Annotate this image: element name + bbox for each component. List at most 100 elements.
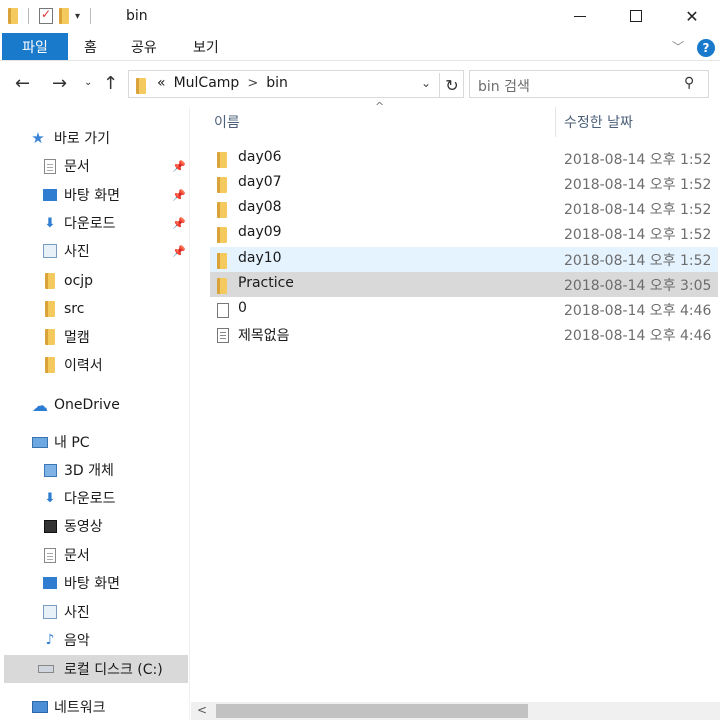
horizontal-scrollbar[interactable]: < (191, 702, 720, 720)
nav-label: 음악 (64, 633, 90, 649)
search-input[interactable]: bin 검색 (478, 76, 530, 96)
search-icon[interactable]: ⚲ (684, 75, 694, 91)
file-name: day07 (238, 174, 282, 190)
column-divider[interactable] (555, 107, 556, 137)
pin-icon[interactable]: 📌 (172, 189, 186, 202)
file-date: 2018-08-14 오후 1:52 (564, 227, 712, 243)
quick-access-toolbar: ▾ (8, 6, 95, 26)
breadcrumb-overflow[interactable]: « (157, 75, 166, 91)
nav-item-pc-documents[interactable]: 문서 (4, 541, 188, 569)
new-folder-icon[interactable] (59, 8, 69, 24)
nav-item-documents[interactable]: 문서 📌 (4, 152, 188, 180)
pin-icon[interactable]: 📌 (172, 160, 186, 173)
ribbon-tabs: 파일 홈 공유 보기 ﹀ (0, 32, 720, 61)
nav-label: 바로 가기 (54, 131, 110, 147)
file-date: 2018-08-14 오후 1:52 (564, 177, 712, 193)
nav-label: 3D 개체 (64, 463, 114, 479)
tab-view[interactable]: 보기 (193, 37, 219, 57)
nav-item-videos[interactable]: 동영상 (4, 512, 188, 540)
address-bar[interactable]: « MulCamp > bin ⌄ ↻ (128, 70, 464, 98)
nav-item-pc-pictures[interactable]: 사진 (4, 598, 188, 626)
scrollbar-thumb[interactable] (216, 704, 528, 718)
nav-item-music[interactable]: ♪ 음악 (4, 626, 188, 654)
scroll-left-icon[interactable]: < (197, 703, 207, 717)
refresh-button[interactable]: ↻ (439, 73, 464, 97)
documents-icon (42, 158, 58, 174)
address-dropdown-icon[interactable]: ⌄ (421, 76, 431, 90)
file-name: 제목없음 (238, 328, 290, 344)
nav-quick-access[interactable]: ★ 바로 가기 (4, 124, 188, 152)
back-button[interactable]: ← (15, 73, 30, 94)
cloud-icon: ☁ (32, 395, 48, 415)
nav-label: 로컬 디스크 (C:) (64, 662, 163, 678)
navigation-pane: ★ 바로 가기 문서 📌 바탕 화면 📌 ⬇ 다운로드 📌 사진 📌 ocjp … (0, 107, 190, 720)
documents-icon (42, 547, 58, 563)
nav-label: src (64, 301, 85, 317)
tab-home[interactable]: 홈 (84, 37, 97, 57)
file-list: ^ 이름 수정한 날짜 day06 2018-08-14 오후 1:52 day… (191, 100, 720, 720)
folder-icon (217, 253, 227, 269)
breadcrumb-item[interactable]: bin (266, 75, 288, 91)
minimize-button[interactable] (552, 0, 608, 32)
nav-this-pc[interactable]: 내 PC (4, 428, 188, 456)
maximize-icon (630, 10, 642, 22)
nav-item-downloads[interactable]: ⬇ 다운로드 📌 (4, 209, 188, 237)
up-button[interactable]: ↑ (103, 73, 118, 94)
nav-onedrive[interactable]: ☁ OneDrive (4, 391, 188, 419)
nav-label: 바탕 화면 (64, 188, 120, 204)
column-header-name[interactable]: 이름 (214, 107, 240, 137)
nav-item-local-disk[interactable]: 로컬 디스크 (C:) (4, 655, 188, 683)
close-button[interactable]: ✕ (664, 0, 720, 32)
nav-item-pc-desktop[interactable]: 바탕 화면 (4, 569, 188, 597)
folder-icon (217, 278, 227, 294)
nav-item-desktop[interactable]: 바탕 화면 📌 (4, 181, 188, 209)
pin-icon[interactable]: 📌 (172, 245, 186, 258)
file-row[interactable]: Practice 2018-08-14 오후 3:05 (210, 272, 718, 297)
file-icon (217, 303, 229, 318)
navigation-bar: ← → ⌄ ↑ « MulCamp > bin ⌄ ↻ bin 검색 ⚲ (0, 61, 720, 107)
column-header-date[interactable]: 수정한 날짜 (564, 107, 633, 137)
nav-item-ocjp[interactable]: ocjp (4, 267, 188, 295)
expand-ribbon-chevron-icon[interactable]: ﹀ (672, 38, 684, 55)
help-icon[interactable]: ? (697, 39, 715, 57)
nav-label: 사진 (64, 244, 90, 260)
search-box[interactable]: bin 검색 ⚲ (469, 70, 709, 98)
forward-button[interactable]: → (52, 73, 67, 94)
folder-icon (217, 227, 227, 243)
close-icon: ✕ (685, 6, 699, 26)
file-row[interactable]: day08 2018-08-14 오후 1:52 (210, 196, 718, 221)
pin-icon[interactable]: 📌 (172, 217, 186, 230)
file-row[interactable]: 제목없음 2018-08-14 오후 4:46 (210, 322, 718, 347)
file-row[interactable]: day10 2018-08-14 오후 1:52 (210, 247, 718, 272)
nav-item-3d-objects[interactable]: 3D 개체 (4, 456, 188, 484)
folder-icon (136, 78, 146, 94)
folder-icon (42, 273, 58, 289)
breadcrumb-separator[interactable]: > (247, 76, 258, 91)
properties-icon[interactable] (39, 7, 53, 24)
file-name: Practice (238, 275, 294, 291)
nav-label: 문서 (64, 548, 90, 564)
file-row[interactable]: day07 2018-08-14 오후 1:52 (210, 171, 718, 196)
tab-share[interactable]: 공유 (131, 37, 157, 57)
file-row[interactable]: day09 2018-08-14 오후 1:52 (210, 221, 718, 246)
recent-locations-chevron-icon[interactable]: ⌄ (84, 77, 92, 88)
folder-icon (217, 177, 227, 193)
nav-item-pc-downloads[interactable]: ⬇ 다운로드 (4, 484, 188, 512)
file-row[interactable]: 0 2018-08-14 오후 4:46 (210, 297, 718, 322)
nav-network[interactable]: 네트워크 (4, 693, 188, 720)
file-name: 0 (238, 300, 247, 316)
breadcrumb-item[interactable]: MulCamp (174, 75, 240, 91)
file-name: day10 (238, 250, 282, 266)
nav-item-pictures[interactable]: 사진 📌 (4, 237, 188, 265)
breadcrumb: « MulCamp > bin (157, 75, 288, 91)
maximize-button[interactable] (608, 0, 664, 32)
text-file-icon (217, 328, 229, 343)
file-date: 2018-08-14 오후 4:46 (564, 303, 712, 319)
nav-item-mulcam[interactable]: 멀캠 (4, 323, 188, 351)
tab-file[interactable]: 파일 (2, 33, 68, 60)
file-row[interactable]: day06 2018-08-14 오후 1:52 (210, 146, 718, 171)
nav-item-resume[interactable]: 이력서 (4, 351, 188, 379)
customize-toolbar-icon[interactable]: ▾ (75, 11, 80, 22)
file-name: day09 (238, 224, 282, 240)
nav-item-src[interactable]: src (4, 295, 188, 323)
